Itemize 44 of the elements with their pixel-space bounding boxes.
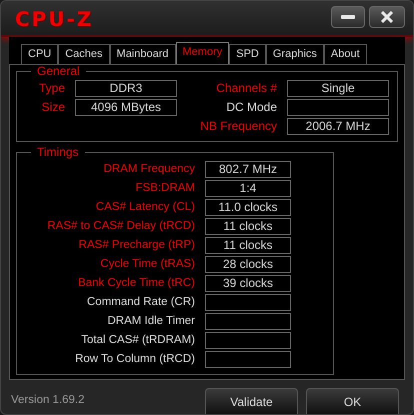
minimize-icon [341,15,355,19]
tab[interactable]: CPU [21,44,58,64]
footer-button[interactable]: Validate [205,388,298,414]
field-label: Cycle Time (tRAS) [99,257,195,272]
group-title: General [36,65,81,78]
field-label: DRAM Idle Timer [106,314,195,329]
value-field: 2006.7 MHz [287,118,389,135]
group-title: Timings [36,146,80,159]
field-label: Size [40,100,65,115]
tab[interactable]: About [324,44,367,64]
tab[interactable]: Graphics [266,44,324,64]
value-field: 11 clocks [205,237,291,254]
minimize-button[interactable] [331,6,365,28]
tab[interactable]: Mainboard [110,44,176,64]
field-label: Channels # [215,81,277,96]
tab[interactable]: Caches [58,44,110,64]
footer-button[interactable]: OK [306,388,399,414]
value-field: 28 clocks [205,256,291,273]
version-label: Version 1.69.2 [11,394,86,406]
value-field: 802.7 MHz [205,161,291,178]
close-button[interactable] [369,6,405,28]
value-field: 39 clocks [205,275,291,292]
tab[interactable]: SPD [229,44,266,64]
value-field: 4096 MBytes [75,99,177,116]
value-field: Single [287,80,389,97]
tab[interactable]: Memory [176,42,230,64]
close-icon [381,11,393,23]
field-label: DC Mode [225,100,277,115]
field-label: NB Frequency [199,119,277,134]
field-label: Command Rate (CR) [86,295,195,310]
field-label: RAS# to CAS# Delay (tRCD) [46,219,195,234]
field-label: Total CAS# (tRDRAM) [80,333,195,348]
field-label: Type [38,81,65,96]
value-field: 11.0 clocks [205,199,291,216]
value-field: DDR3 [75,80,177,97]
app-logo: CPU-Z [15,8,94,30]
field-label: Row To Column (tRCD) [74,352,195,367]
field-label: FSB:DRAM [134,181,195,196]
value-field: 11 clocks [205,218,291,235]
field-label: Bank Cycle Time (tRC) [77,276,195,291]
field-label: CAS# Latency (CL) [94,200,195,215]
field-label: DRAM Frequency [102,162,195,177]
value-field: 1:4 [205,180,291,197]
field-label: RAS# Precharge (tRP) [78,238,195,253]
